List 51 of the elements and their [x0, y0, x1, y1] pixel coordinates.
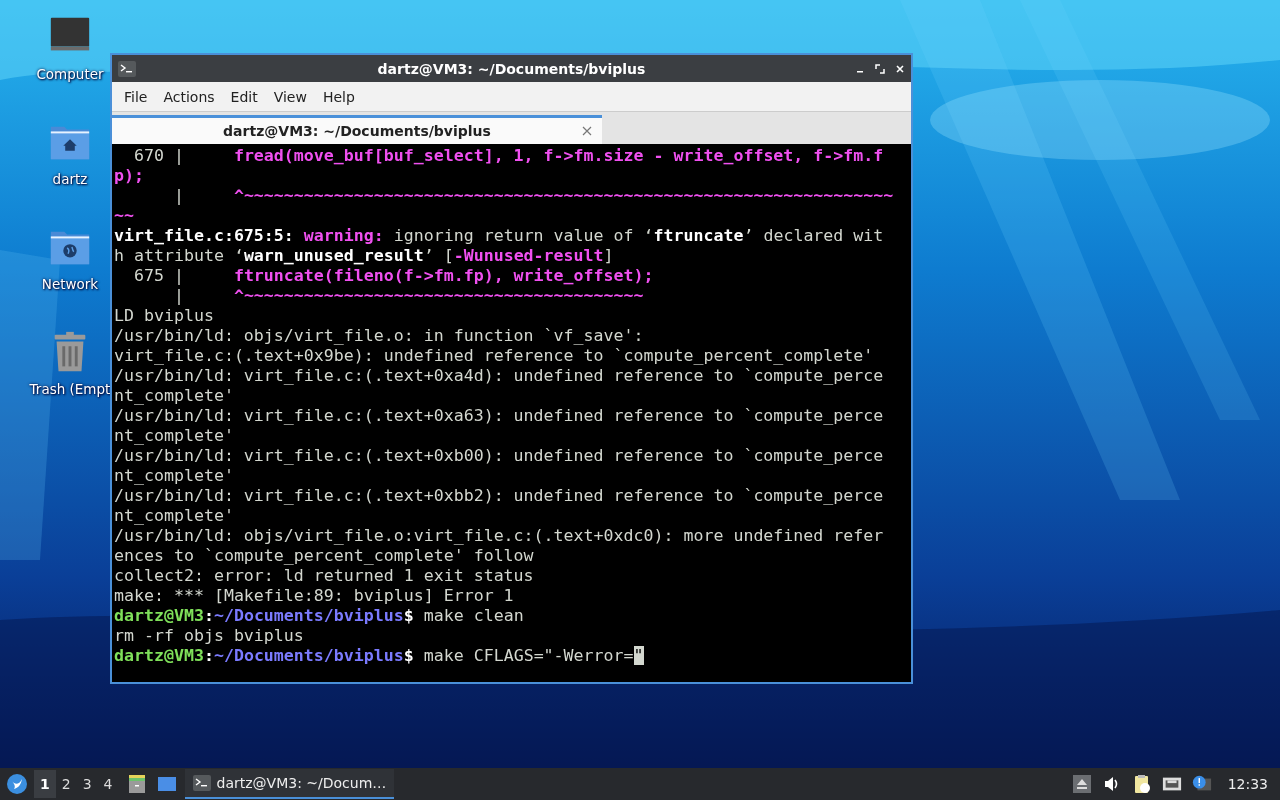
terminal-line: nt_complete': [114, 506, 234, 526]
file-cabinet-icon[interactable]: [126, 774, 147, 794]
menu-item[interactable]: File: [116, 85, 156, 108]
start-menu-icon[interactable]: [6, 773, 28, 795]
workspace-button[interactable]: 3: [76, 770, 98, 798]
terminal-line: nt_complete': [114, 386, 234, 406]
eject-icon[interactable]: [1071, 774, 1092, 794]
terminal-line: /usr/bin/ld: virt_file.c:(.text+0xbb2): undefined reference to `compute_perce: [114, 486, 884, 506]
desktop-icon-label[interactable]: dartz: [52, 171, 88, 187]
terminal-line: ences to `compute_percent_complete' follow: [114, 546, 534, 566]
desktop-icon-label[interactable]: Network: [41, 276, 99, 292]
terminal-line: collect2: error: ld returned 1 exit status: [114, 566, 534, 586]
workspace-button[interactable]: 2: [55, 770, 77, 798]
close-icon[interactable]: [895, 63, 905, 74]
terminal-line: nt_complete': [114, 466, 234, 486]
terminal-line: virt_file.c:675:5: warning: ignoring return value of ‘ftruncate’ declared wit: [114, 226, 884, 246]
terminal-line: p);: [114, 166, 144, 186]
menu-item[interactable]: Edit: [222, 85, 266, 108]
clock: 12:33: [1227, 776, 1268, 792]
terminal-tab[interactable]: dartz@VM3: ~/Documents/bviplus: [112, 115, 602, 144]
terminal-line: dartz@VM3:~/Documents/bviplus$ make CFLAGS="-Werror=": [114, 646, 644, 666]
close-tab-icon[interactable]: [582, 126, 592, 136]
terminal-line: rm -rf objs bviplus: [114, 626, 304, 646]
terminal-line: LD bviplus: [114, 306, 214, 326]
terminal-line: dartz@VM3:~/Documents/bviplus$ make clean: [114, 606, 524, 626]
menu-item[interactable]: Actions: [155, 85, 223, 108]
terminal-line: /usr/bin/ld: virt_file.c:(.text+0xb00): undefined reference to `compute_perce: [114, 446, 884, 466]
window-title: dartz@VM3: ~/Documents/bviplus: [376, 60, 647, 77]
terminal-line: /usr/bin/ld: virt_file.c:(.text+0xa4d): undefined reference to `compute_perce: [114, 366, 884, 386]
terminal-line: h attribute ‘warn_unused_result’ [-Wunused-result]: [114, 246, 614, 266]
desktop-icon-label[interactable]: Trash (Empt: [29, 381, 111, 397]
terminal-line: /usr/bin/ld: virt_file.c:(.text+0xa63): undefined reference to `compute_perce: [114, 406, 884, 426]
menu-item[interactable]: Help: [314, 85, 363, 108]
terminal-line: make: *** [Makefile:89: bviplus] Error 1: [114, 586, 514, 606]
taskbar-window-button[interactable]: dartz@VM3: ~/Docum…: [184, 769, 395, 799]
show-desktop-icon[interactable]: [156, 774, 177, 794]
maximize-icon[interactable]: [875, 63, 885, 74]
terminal-line: | ^~~~~~~~~~~~~~~~~~~~~~~~~~~~~~~~~~~~~~~~~: [172, 286, 644, 306]
terminal-line: 670 | fread(move_buf[buf_select], 1, f->fm.size - write_offset, f->fm.f: [132, 146, 884, 166]
terminal-line: /usr/bin/ld: objs/virt_file.o: in function `vf_save':: [114, 326, 644, 346]
workspace-button[interactable]: 1: [34, 770, 56, 798]
terminal-line: /usr/bin/ld: objs/virt_file.o:virt_file.c:(.text+0xdc0): more undefined refer: [114, 526, 884, 546]
terminal-line: 675 | ftruncate(fileno(f->fm.fp), write_offset);: [132, 266, 654, 286]
terminal-icon: [118, 60, 136, 77]
terminal-line: virt_file.c:(.text+0x9be): undefined reference to `compute_percent_complete': [114, 346, 874, 366]
terminal-icon: [192, 775, 211, 791]
terminal-line: ~~: [114, 206, 134, 226]
workspace-button[interactable]: 4: [97, 770, 119, 798]
terminal-line: nt_complete': [114, 426, 234, 446]
menu-item[interactable]: View: [265, 85, 315, 108]
terminal-line: | ^~~~~~~~~~~~~~~~~~~~~~~~~~~~~~~~~~~~~~~~~~~~~~~~~~~~~~~~~~~~~~~~~~: [172, 186, 894, 206]
